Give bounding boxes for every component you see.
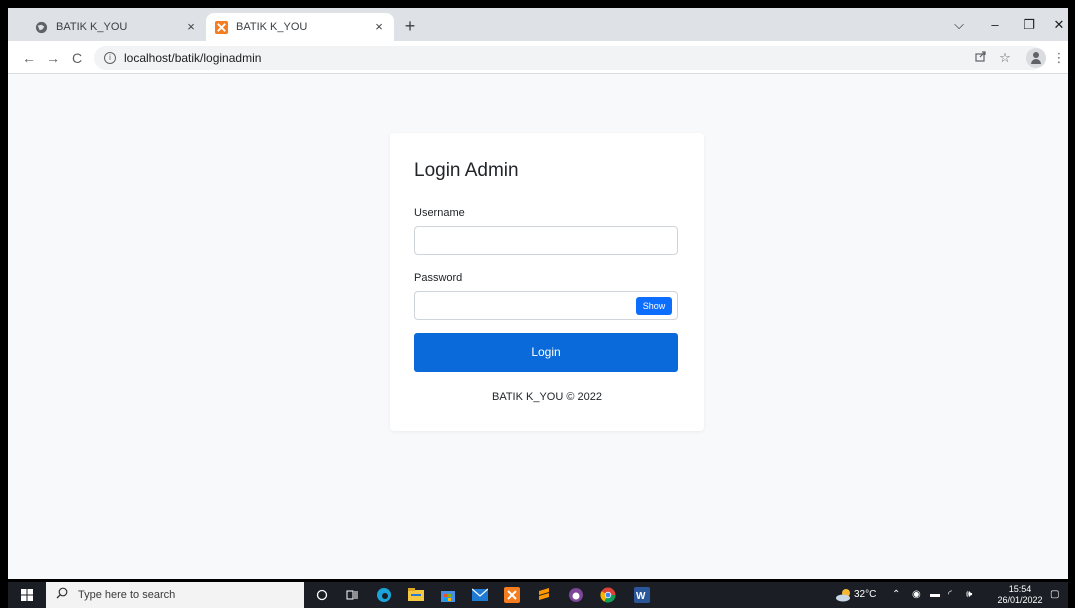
profile-avatar-icon[interactable] xyxy=(1026,48,1046,68)
weather-temperature[interactable]: 32°C xyxy=(854,582,876,608)
login-title: Login Admin xyxy=(414,160,519,181)
tab-strip: BATIK K_YOU × BATIK K_YOU × + ⌵ – ❐ ✕ xyxy=(8,8,1068,41)
clock-time: 15:54 xyxy=(1008,584,1032,594)
mail-icon[interactable] xyxy=(470,585,490,605)
username-label: Username xyxy=(414,207,465,219)
file-explorer-icon[interactable] xyxy=(406,585,426,605)
back-arrow-icon[interactable]: ← xyxy=(20,49,38,67)
page-content: Login Admin Username Password Show Login… xyxy=(8,74,1068,579)
tab-title: BATIK K_YOU xyxy=(236,21,308,33)
network-status-icon[interactable]: ◉ xyxy=(912,582,921,608)
address-bar[interactable]: i localhost/batik/loginadmin xyxy=(94,46,1044,70)
sublime-text-icon[interactable] xyxy=(534,585,554,605)
minimize-button[interactable]: – xyxy=(978,14,1012,36)
footer-text: BATIK K_YOU © 2022 xyxy=(491,391,602,403)
close-window-button[interactable]: ✕ xyxy=(1042,14,1075,36)
restore-button[interactable]: ❐ xyxy=(1012,14,1046,36)
new-tab-button[interactable]: + xyxy=(400,17,420,37)
tab-search-icon[interactable]: ⌵ xyxy=(942,14,976,36)
bookmark-star-icon[interactable]: ☆ xyxy=(996,49,1014,67)
taskbar-search-box[interactable]: Type here to search xyxy=(46,582,304,608)
login-card: Login Admin Username Password Show Login… xyxy=(390,133,704,431)
edge-icon[interactable] xyxy=(374,585,394,605)
username-input[interactable] xyxy=(414,226,678,255)
windows-start-icon[interactable] xyxy=(8,582,46,608)
info-icon[interactable]: i xyxy=(104,52,116,64)
volume-icon[interactable]: 🕪 xyxy=(966,582,972,608)
chevron-up-icon[interactable]: ⌃ xyxy=(892,582,900,608)
password-input[interactable]: Show xyxy=(414,291,678,320)
search-placeholder: Type here to search xyxy=(78,589,176,601)
xampp-icon[interactable] xyxy=(502,585,522,605)
search-icon xyxy=(56,586,68,604)
battery-icon[interactable]: ▬ xyxy=(930,582,940,608)
word-icon[interactable]: W xyxy=(632,585,652,605)
tab-inactive[interactable]: BATIK K_YOU × xyxy=(26,13,206,41)
password-label: Password xyxy=(414,272,463,284)
xampp-icon xyxy=(214,20,228,34)
forward-arrow-icon[interactable]: → xyxy=(44,49,62,67)
globe-icon xyxy=(34,20,48,34)
reload-icon[interactable]: C xyxy=(68,49,86,67)
wifi-icon[interactable]: ◜ xyxy=(948,582,952,608)
tab-title: BATIK K_YOU xyxy=(56,21,128,33)
tab-close-icon[interactable]: × xyxy=(372,20,386,34)
cortana-icon[interactable] xyxy=(312,585,332,605)
chrome-icon[interactable] xyxy=(598,585,618,605)
show-password-button[interactable]: Show xyxy=(636,297,672,315)
tor-browser-icon[interactable] xyxy=(566,585,586,605)
weather-icon[interactable] xyxy=(834,585,854,605)
clock-date: 26/01/2022 xyxy=(997,595,1043,605)
menu-kebab-icon[interactable]: ⋮ xyxy=(1050,49,1068,67)
svg-text:W: W xyxy=(636,591,646,602)
url-text: localhost/batik/loginadmin xyxy=(124,51,262,65)
taskbar: Type here to search W 32°C ⌃ ◉ ▬ ◜ 🕪 15:… xyxy=(8,582,1068,608)
taskbar-clock[interactable]: 15:54 26/01/2022 xyxy=(996,584,1044,606)
browser-window: BATIK K_YOU × BATIK K_YOU × + ⌵ – ❐ ✕ ← … xyxy=(8,8,1068,579)
tab-close-icon[interactable]: × xyxy=(184,20,198,34)
share-icon[interactable] xyxy=(972,49,990,67)
browser-toolbar: ← → C i localhost/batik/loginadmin ☆ ⋮ xyxy=(8,41,1068,74)
tab-active[interactable]: BATIK K_YOU × xyxy=(206,13,394,41)
task-view-icon[interactable] xyxy=(342,585,362,605)
login-button[interactable]: Login xyxy=(414,333,678,372)
store-icon[interactable] xyxy=(438,585,458,605)
notification-icon[interactable]: ▢ xyxy=(1050,582,1059,608)
